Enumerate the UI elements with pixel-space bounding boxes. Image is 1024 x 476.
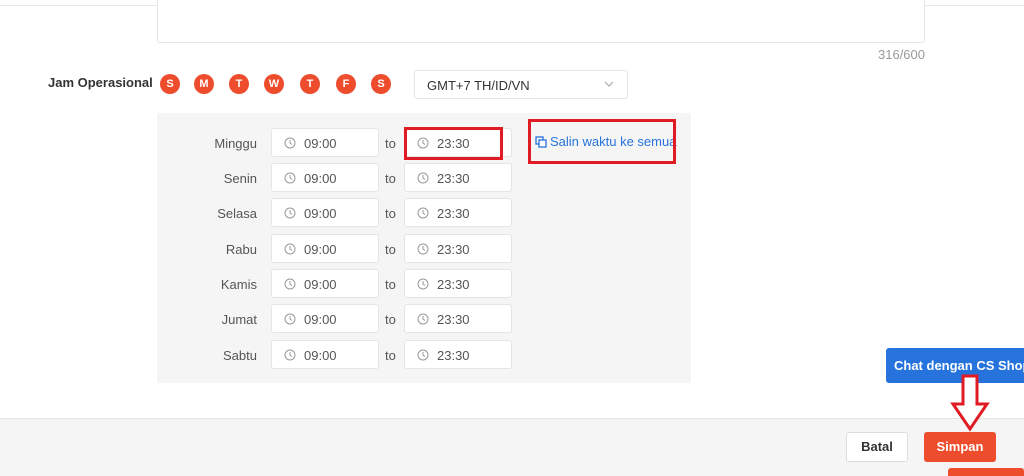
to-connector: to [385,242,396,257]
end-time-input[interactable]: 23:30 [404,304,512,333]
schedule-row-rabu: Rabu 09:00 to 23:30 [157,234,691,264]
clock-icon [284,137,296,149]
start-time-input[interactable]: 09:00 [271,198,379,227]
end-time-value: 23:30 [437,242,470,257]
clock-icon [417,349,429,361]
start-time-value: 09:00 [304,242,337,257]
end-time-input[interactable]: 23:30 [404,340,512,369]
clock-icon [284,207,296,219]
day-pill-saturday[interactable]: S [371,74,391,94]
schedule-row-jumat: Jumat 09:00 to 23:30 [157,304,691,334]
day-pill-tuesday[interactable]: T [229,74,249,94]
day-name: Senin [223,171,257,186]
to-connector: to [385,312,396,327]
start-time-input[interactable]: 09:00 [271,234,379,263]
description-textarea[interactable] [157,0,925,43]
start-time-input[interactable]: 09:00 [271,163,379,192]
schedule-row-kamis: Kamis 09:00 to 23:30 [157,269,691,299]
clock-icon [284,172,296,184]
highlight-end-time-box [404,127,503,160]
schedule-row-selasa: Selasa 09:00 to 23:30 [157,198,691,228]
start-time-input[interactable]: 09:00 [271,128,379,157]
clock-icon [284,349,296,361]
day-name: Rabu [225,242,257,257]
page: 316/600 Jam Operasional S M T W T F S GM… [0,0,1024,476]
end-time-value: 23:30 [437,206,470,221]
highlight-copy-link-box [528,119,676,164]
day-name: Jumat [221,312,257,327]
chevron-down-icon [604,81,614,87]
timezone-select[interactable]: GMT+7 TH/ID/VN [414,70,628,99]
clock-icon [284,313,296,325]
day-pill-monday[interactable]: M [194,74,214,94]
day-pill-sunday[interactable]: S [160,74,180,94]
timezone-value: GMT+7 TH/ID/VN [427,78,530,93]
clock-icon [417,207,429,219]
day-pill-wednesday[interactable]: W [264,74,284,94]
start-time-value: 09:00 [304,171,337,186]
to-connector: to [385,277,396,292]
to-connector: to [385,206,396,221]
end-time-input[interactable]: 23:30 [404,269,512,298]
clock-icon [417,243,429,255]
partial-button-peek [948,468,1024,476]
char-count: 316/600 [878,47,925,62]
day-name: Selasa [217,206,257,221]
end-time-value: 23:30 [437,171,470,186]
end-time-input[interactable]: 23:30 [404,234,512,263]
to-connector: to [385,348,396,363]
cancel-button[interactable]: Batal [846,432,908,462]
start-time-value: 09:00 [304,277,337,292]
start-time-input[interactable]: 09:00 [271,340,379,369]
end-time-input[interactable]: 23:30 [404,198,512,227]
clock-icon [417,172,429,184]
to-connector: to [385,136,396,151]
end-time-value: 23:30 [437,277,470,292]
clock-icon [417,313,429,325]
clock-icon [284,278,296,290]
end-time-input[interactable]: 23:30 [404,163,512,192]
to-connector: to [385,171,396,186]
end-time-value: 23:30 [437,312,470,327]
end-time-value: 23:30 [437,348,470,363]
clock-icon [417,278,429,290]
clock-icon [284,243,296,255]
arrow-down-icon [950,374,990,432]
save-button[interactable]: Simpan [924,432,996,462]
schedule-row-senin: Senin 09:00 to 23:30 [157,163,691,193]
day-name: Sabtu [223,348,257,363]
day-name: Kamis [220,277,257,292]
schedule-row-sabtu: Sabtu 09:00 to 23:30 [157,340,691,370]
start-time-input[interactable]: 09:00 [271,304,379,333]
start-time-value: 09:00 [304,206,337,221]
start-time-input[interactable]: 09:00 [271,269,379,298]
start-time-value: 09:00 [304,312,337,327]
day-pill-thursday[interactable]: T [300,74,320,94]
start-time-value: 09:00 [304,136,337,151]
operating-hours-label: Jam Operasional [48,75,153,90]
day-pill-friday[interactable]: F [336,74,356,94]
start-time-value: 09:00 [304,348,337,363]
day-name: Minggu [214,136,257,151]
